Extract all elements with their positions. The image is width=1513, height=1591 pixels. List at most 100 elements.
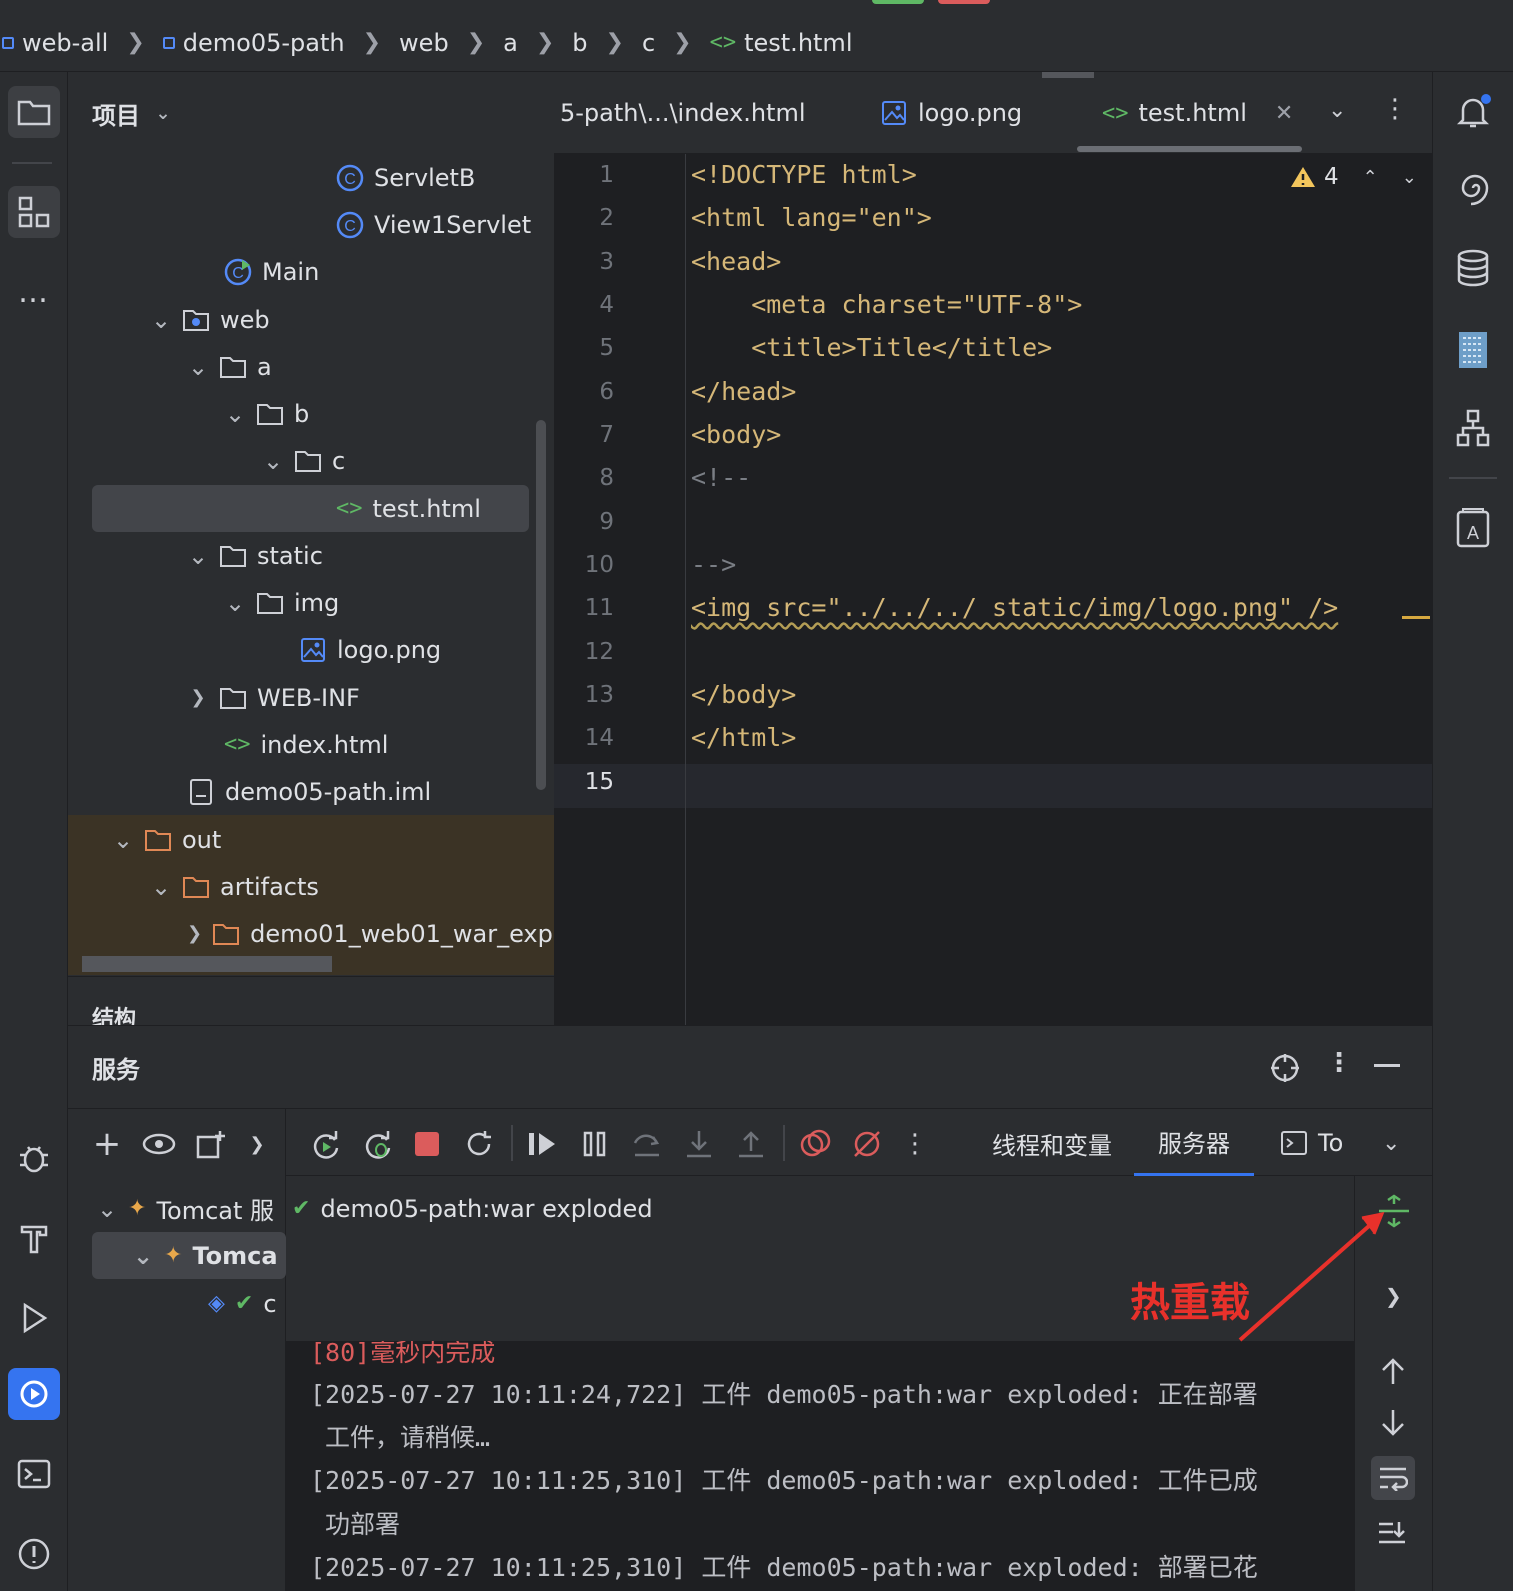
chevron-down-icon[interactable]: ⌄: [187, 542, 209, 570]
chevron-down-icon[interactable]: ⌄: [187, 353, 209, 381]
tree-item-view1servlet[interactable]: C View1Servlet: [336, 201, 531, 248]
breadcrumb-item-web-all[interactable]: web-all: [2, 29, 108, 57]
chevron-down-icon[interactable]: ⌄: [224, 589, 246, 617]
tab-test-html[interactable]: <> test.html ✕: [1102, 72, 1293, 154]
close-icon[interactable]: ✕: [1275, 101, 1293, 126]
tab-tomcat-log[interactable]: To: [1280, 1109, 1352, 1177]
code-editor[interactable]: 1 2 3 4 5 6 7 8 9 10 11 12 13 14 15 <!DO…: [554, 154, 1432, 1025]
tree-item-iml[interactable]: demo05-path.iml: [187, 768, 431, 815]
eye-icon[interactable]: [142, 1127, 176, 1161]
more-tools-icon[interactable]: …: [8, 266, 60, 318]
line-number: 3: [599, 249, 614, 275]
inspection-widget[interactable]: 4 ⌃ ⌄: [1290, 164, 1417, 190]
tree-item-logo-png[interactable]: logo.png: [299, 626, 441, 673]
chevron-up-icon[interactable]: ⌃: [1363, 167, 1378, 188]
terminal-tool-button[interactable]: [8, 1448, 60, 1500]
chevron-down-icon[interactable]: ⌄: [112, 826, 134, 854]
console-output[interactable]: [80]毫秒内完成 [2025-07-27 10:11:24,722] 工件 d…: [286, 1341, 1354, 1591]
tree-item-main[interactable]: C Main: [224, 248, 319, 295]
more-vertical-icon[interactable]: ⋮: [1326, 1048, 1352, 1078]
chevron-down-icon[interactable]: ⌄: [152, 102, 174, 124]
problems-tool-button[interactable]: [8, 1528, 60, 1580]
breadcrumb-item-c[interactable]: c: [642, 29, 655, 57]
locate-icon[interactable]: [1270, 1053, 1300, 1083]
rerun-icon[interactable]: [308, 1127, 342, 1161]
ai-assistant-button[interactable]: [1453, 168, 1493, 214]
tree-item-test-html[interactable]: <> test.html: [92, 485, 529, 532]
debug-tool-button[interactable]: [8, 1132, 60, 1184]
breadcrumb-item-test-html[interactable]: <> test.html: [710, 29, 853, 57]
step-over-icon[interactable]: [630, 1127, 664, 1161]
translate-button[interactable]: A: [1453, 506, 1493, 556]
run-tool-button[interactable]: [8, 1292, 60, 1344]
resume-icon[interactable]: [526, 1127, 560, 1161]
deployment-item[interactable]: ✔ demo05-path:war exploded: [292, 1185, 653, 1232]
breadcrumb-item-web[interactable]: web: [399, 29, 449, 57]
tree-item-artifact[interactable]: ◈ ✔ c: [208, 1280, 286, 1327]
chevron-down-icon[interactable]: ⌄: [1328, 98, 1346, 123]
structure-tool-button[interactable]: [8, 186, 60, 238]
tree-item-a[interactable]: ⌄ a: [187, 343, 272, 390]
tree-item-tomcat-server[interactable]: ⌄ ✦ Tomcat 服: [96, 1185, 286, 1232]
tab-server[interactable]: 服务器: [1134, 1109, 1254, 1177]
structure-panel-header[interactable]: 结构: [68, 976, 554, 1032]
tab-logo-png[interactable]: logo.png: [880, 72, 1022, 154]
chevron-down-icon[interactable]: ⌄: [132, 1242, 154, 1270]
chevron-down-icon[interactable]: ⌄: [1382, 1131, 1400, 1156]
scroll-to-end-button[interactable]: [1377, 1520, 1407, 1552]
database-button[interactable]: [1453, 248, 1493, 294]
tree-item-index-html[interactable]: <> index.html: [224, 721, 388, 768]
services-tool-button[interactable]: [8, 1368, 60, 1420]
scroll-up-button[interactable]: [1379, 1356, 1407, 1392]
more-vertical-icon[interactable]: ⋮: [898, 1127, 932, 1161]
tree-item-img[interactable]: ⌄ img: [224, 579, 339, 626]
binary-viewer-button[interactable]: [1457, 330, 1489, 376]
chevron-right-icon[interactable]: ❯: [187, 687, 209, 709]
chevron-right-icon[interactable]: ❯: [187, 923, 202, 945]
chevron-right-icon[interactable]: ❯: [240, 1127, 274, 1161]
more-vertical-icon[interactable]: ⋮: [1382, 94, 1408, 124]
horizontal-scrollbar[interactable]: [82, 956, 332, 972]
breadcrumb-item-demo05-path[interactable]: demo05-path: [162, 29, 345, 57]
project-title[interactable]: 项目: [92, 96, 140, 131]
tree-item-servletb[interactable]: C ServletB: [336, 154, 475, 201]
refresh-icon[interactable]: [462, 1127, 496, 1161]
tree-item-web-inf[interactable]: ❯ WEB-INF: [187, 674, 359, 721]
tree-item-static[interactable]: ⌄ static: [187, 532, 323, 579]
pause-icon[interactable]: [578, 1127, 612, 1161]
chevron-down-icon[interactable]: ⌄: [1402, 167, 1417, 188]
breadcrumb-item-b[interactable]: b: [572, 29, 587, 57]
step-out-icon[interactable]: [734, 1127, 768, 1161]
vertical-scrollbar[interactable]: [536, 420, 546, 790]
soft-wrap-button[interactable]: [1371, 1456, 1415, 1500]
scroll-down-button[interactable]: [1379, 1408, 1407, 1444]
tree-item-demo01-war[interactable]: ❯ demo01_web01_war_explo: [187, 910, 554, 957]
step-into-icon[interactable]: [682, 1127, 716, 1161]
chevron-down-icon[interactable]: ⌄: [262, 447, 284, 475]
tree-item-tomcat-instance[interactable]: ⌄ ✦ Tomca: [92, 1232, 286, 1279]
tree-item-out[interactable]: ⌄ out: [112, 816, 221, 863]
chevron-down-icon[interactable]: ⌄: [150, 873, 172, 901]
tree-item-b[interactable]: ⌄ b: [224, 390, 309, 437]
chevron-down-icon[interactable]: ⌄: [96, 1195, 118, 1223]
build-tool-button[interactable]: [8, 1212, 60, 1264]
view-breakpoints-icon[interactable]: [798, 1127, 832, 1161]
tab-index-html[interactable]: 5-path\...\index.html: [560, 72, 806, 154]
add-icon[interactable]: +: [90, 1124, 124, 1164]
tab-threads-variables[interactable]: 线程和变量: [992, 1109, 1112, 1177]
minimize-icon[interactable]: [1374, 1064, 1400, 1067]
warning-stripe-marker[interactable]: [1402, 616, 1430, 619]
chevron-down-icon[interactable]: ⌄: [150, 306, 172, 334]
breadcrumb-item-a[interactable]: a: [503, 29, 518, 57]
mute-breakpoints-icon[interactable]: [850, 1127, 884, 1161]
tree-item-web[interactable]: ⌄ web: [150, 296, 270, 343]
tree-item-c[interactable]: ⌄ c: [262, 437, 345, 484]
new-window-icon[interactable]: [194, 1127, 228, 1161]
project-tool-button[interactable]: [8, 86, 60, 138]
hierarchy-button[interactable]: [1453, 408, 1493, 454]
tree-item-artifacts[interactable]: ⌄ artifacts: [150, 863, 319, 910]
rerun-debug-icon[interactable]: [360, 1127, 394, 1161]
chevron-down-icon[interactable]: ⌄: [224, 400, 246, 428]
stop-icon[interactable]: [410, 1127, 444, 1161]
notifications-button[interactable]: [1453, 92, 1493, 138]
